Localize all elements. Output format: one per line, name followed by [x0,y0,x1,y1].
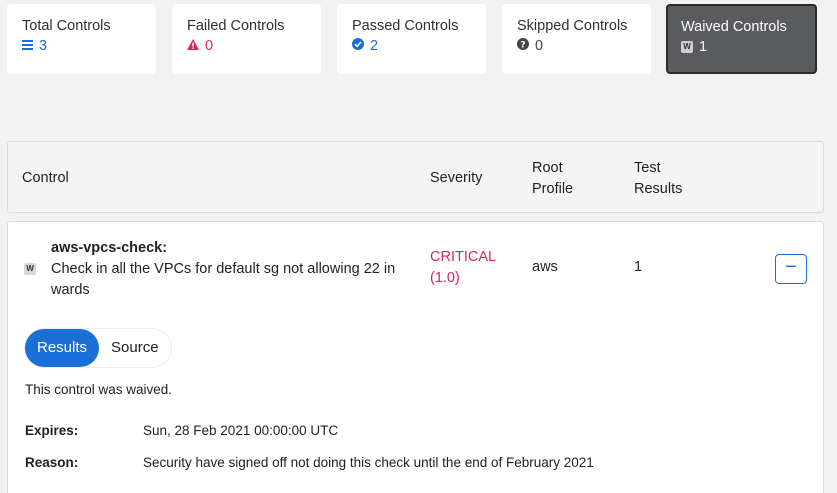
card-title: Total Controls [22,18,111,34]
summary-card-waived[interactable]: Waived Controls W 1 [666,4,817,74]
expires-value: Sun, 28 Feb 2021 00:00:00 UTC [143,423,339,438]
control-detail-panel: Results Source This control was waived. … [7,313,824,493]
collapse-button[interactable]: − [775,254,807,284]
column-header-root-profile-line1: Root [532,160,563,176]
detail-tabs: Results Source [25,329,171,367]
card-count: W 1 [681,39,815,55]
column-header-test-results-line1: Test [634,160,661,176]
summary-card-failed[interactable]: Failed Controls 0 [172,4,321,74]
column-header-root-profile[interactable]: Root Profile [532,158,573,200]
column-header-root-profile-line2: Profile [532,181,574,197]
expires-label: Expires: [25,423,79,438]
card-count-value: 2 [370,38,379,54]
card-count: ? 0 [517,38,651,54]
card-count-value: 0 [205,38,214,54]
waived-icon: W [24,263,36,275]
card-count: 0 [187,38,321,54]
tab-results[interactable]: Results [25,329,100,367]
waived-icon: W [681,41,693,53]
severity-cell: CRITICAL (1.0) [430,247,496,289]
summary-card-passed[interactable]: Passed Controls 2 [337,4,486,74]
severity-score: (1.0) [430,270,460,286]
test-results-cell: 1 [634,259,643,275]
question-circle-icon: ? [517,38,529,54]
control-description-line1: Check in all the VPCs for default sg not… [51,261,396,277]
list-icon [22,38,33,54]
card-title: Failed Controls [187,18,285,34]
summary-card-skipped[interactable]: Skipped Controls ? 0 [502,4,651,74]
summary-card-total[interactable]: Total Controls 3 [7,4,156,74]
reason-label: Reason: [25,455,79,470]
card-count-value: 3 [39,38,48,54]
table-header: Control Severity Root Profile Test Resul… [7,141,824,213]
table-row[interactable]: W aws-vpcs-check: Check in all the VPCs … [7,221,824,314]
card-count-value: 1 [699,39,708,55]
root-profile-cell: aws [532,259,558,275]
card-title: Waived Controls [681,19,787,35]
column-header-test-results[interactable]: Test Results [634,158,682,200]
card-count-value: 0 [535,38,544,54]
column-header-control[interactable]: Control [22,170,69,186]
control-name: aws-vpcs-check: [51,240,168,256]
reason-value: Security have signed off not doing this … [143,455,594,470]
column-header-severity[interactable]: Severity [430,170,482,186]
card-title: Skipped Controls [517,18,628,34]
card-count: 2 [352,38,486,54]
check-circle-icon [352,38,364,54]
svg-text:?: ? [520,41,525,51]
card-title: Passed Controls [352,18,459,34]
column-header-test-results-line2: Results [634,181,683,197]
severity-level: CRITICAL [430,249,497,265]
control-cell: aws-vpcs-check: Check in all the VPCs fo… [51,238,395,301]
waived-message: This control was waived. [25,382,173,397]
card-count: 3 [22,38,156,54]
control-description-line2: wards [51,282,90,298]
warning-icon [187,38,199,54]
tab-source[interactable]: Source [99,329,171,367]
